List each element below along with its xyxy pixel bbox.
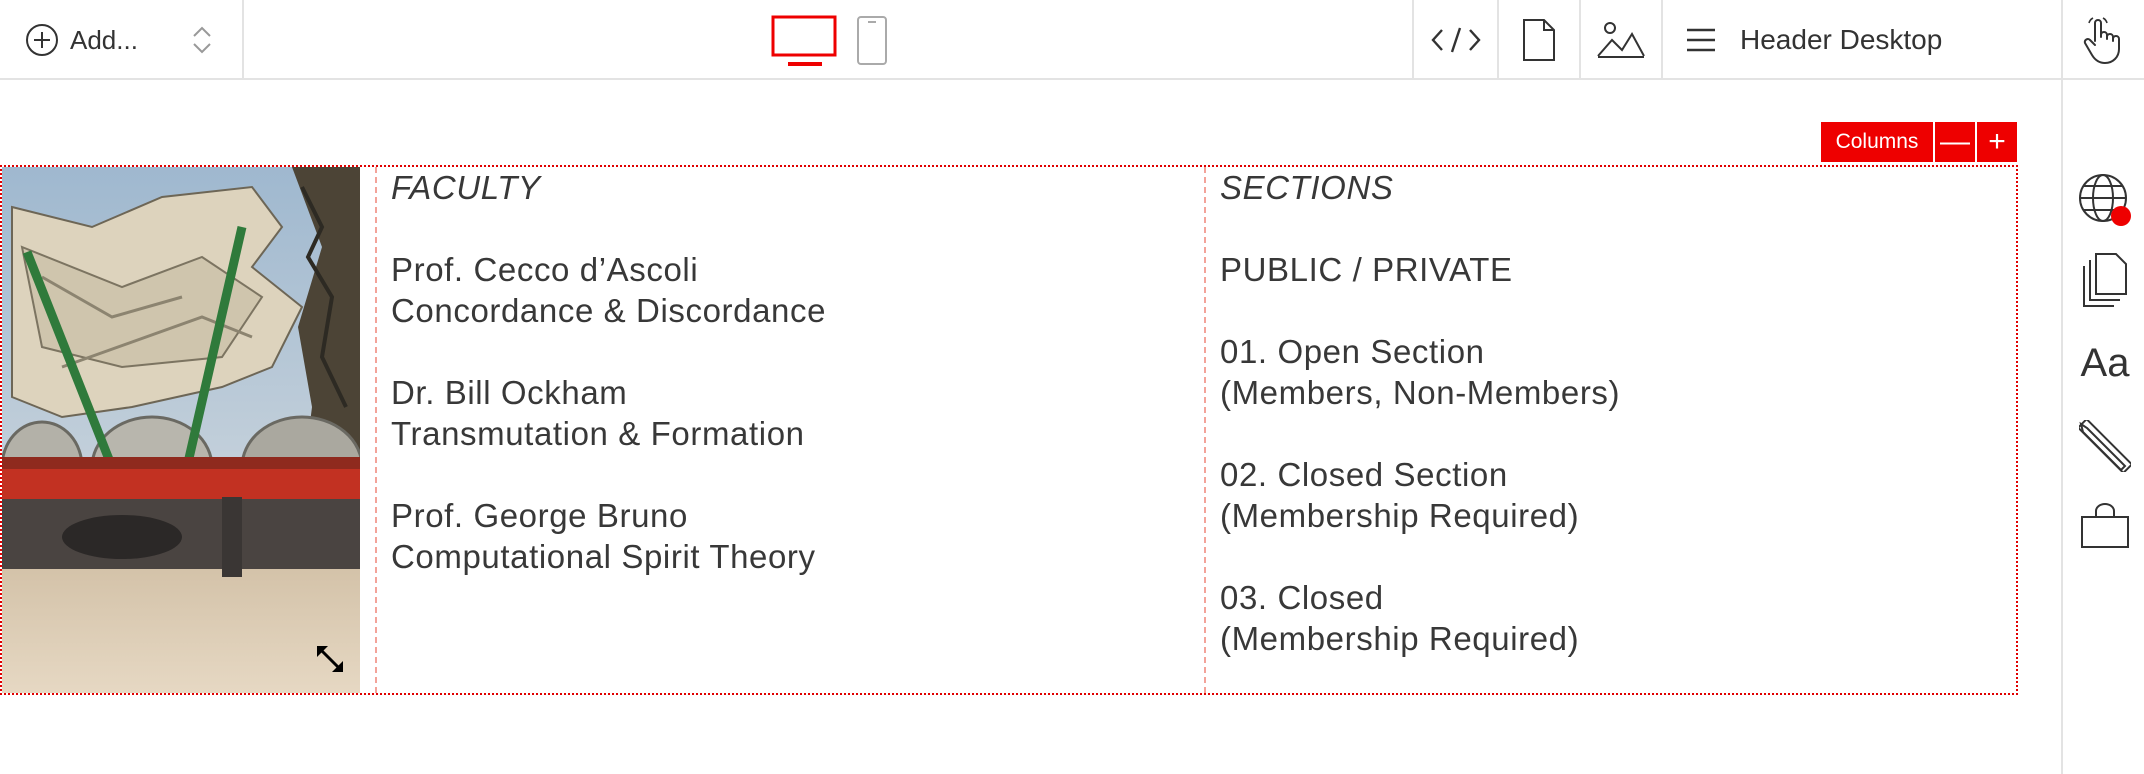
column-divider (1204, 167, 1206, 693)
faculty-member-subject: Concordance & Discordance (391, 292, 827, 329)
media-button[interactable] (1579, 0, 1661, 80)
faculty-column[interactable]: FACULTY Prof. Cecco d’Ascoli Concordance… (391, 167, 826, 577)
right-sidebar: Aa (2061, 80, 2144, 774)
sections-intro: PUBLIC / PRIVATE (1220, 251, 1513, 288)
add-label: Add... (70, 24, 138, 55)
faculty-member-name: Prof. Cecco d’Ascoli (391, 251, 699, 288)
faculty-member-name: Dr. Bill Ockham (391, 374, 628, 411)
globe-icon (2079, 174, 2131, 226)
editor-canvas: Columns — + FACULTY Prof. Cecco d’Ascoli… (0, 80, 2061, 774)
shopping-bag-icon (2081, 503, 2129, 548)
section-item-note: (Members, Non-Members) (1220, 374, 1621, 411)
pages-button[interactable] (1497, 0, 1579, 80)
pencil-ruler-icon (2079, 420, 2131, 472)
shop-button[interactable] (2077, 498, 2133, 554)
top-toolbar: Add... Header Desktop (0, 0, 2144, 80)
columns-label-button[interactable]: Columns (1821, 122, 1933, 162)
design-tools-button[interactable] (2077, 418, 2133, 474)
code-button[interactable] (1412, 0, 1497, 80)
faculty-member-subject: Transmutation & Formation (391, 415, 805, 452)
sections-column[interactable]: SECTIONS PUBLIC / PRIVATE 01. Open Secti… (1220, 167, 1620, 659)
typography-icon: Aa (2080, 340, 2130, 385)
mobile-icon[interactable] (857, 16, 887, 65)
hand-icon (2083, 17, 2120, 64)
section-item-title: 01. Open Section (1220, 333, 1485, 370)
section-item-note: (Membership Required) (1220, 620, 1580, 657)
image-icon (1597, 22, 1645, 58)
current-page-name[interactable]: Header Desktop (1740, 0, 1942, 80)
typography-button[interactable]: Aa (2077, 335, 2133, 391)
add-column-button[interactable]: + (1977, 122, 2017, 162)
columns-control: Columns — + (1821, 122, 2017, 162)
section-item-title: 02. Closed Section (1220, 456, 1508, 493)
languages-button[interactable] (2077, 172, 2133, 228)
section-item-title: 03. Closed (1220, 579, 1384, 616)
faculty-heading: FACULTY (391, 169, 541, 206)
faculty-member-subject: Computational Spirit Theory (391, 538, 816, 575)
pages-list-button[interactable] (2077, 252, 2133, 308)
section-photo[interactable] (2, 167, 360, 693)
sort-updown-icon (193, 26, 211, 54)
columns-section[interactable]: FACULTY Prof. Cecco d’Ascoli Concordance… (0, 165, 2018, 695)
code-icon (1430, 27, 1481, 53)
device-switcher (770, 14, 900, 75)
column-divider (375, 167, 377, 693)
preview-mode-button[interactable] (2061, 0, 2144, 80)
faculty-member-name: Prof. George Bruno (391, 497, 688, 534)
resize-arrows-icon[interactable] (314, 643, 346, 675)
add-element-dropdown[interactable]: Add... (0, 0, 244, 80)
sections-heading: SECTIONS (1220, 169, 1394, 206)
page-icon (1523, 19, 1555, 61)
menu-icon (1687, 28, 1715, 52)
remove-column-button[interactable]: — (1935, 122, 1975, 162)
desktop-icon[interactable] (771, 15, 837, 66)
section-item-note: (Membership Required) (1220, 497, 1580, 534)
plus-circle-icon (26, 24, 58, 56)
copy-pages-icon (2083, 253, 2127, 307)
